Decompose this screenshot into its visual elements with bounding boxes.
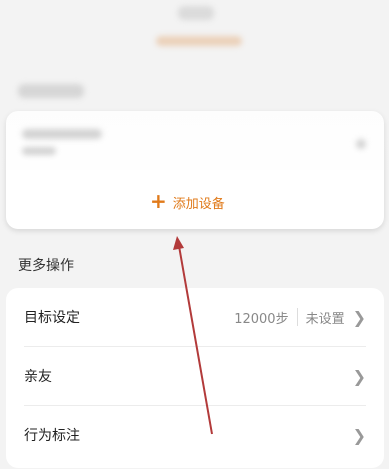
annotation-arrow: [173, 236, 213, 435]
